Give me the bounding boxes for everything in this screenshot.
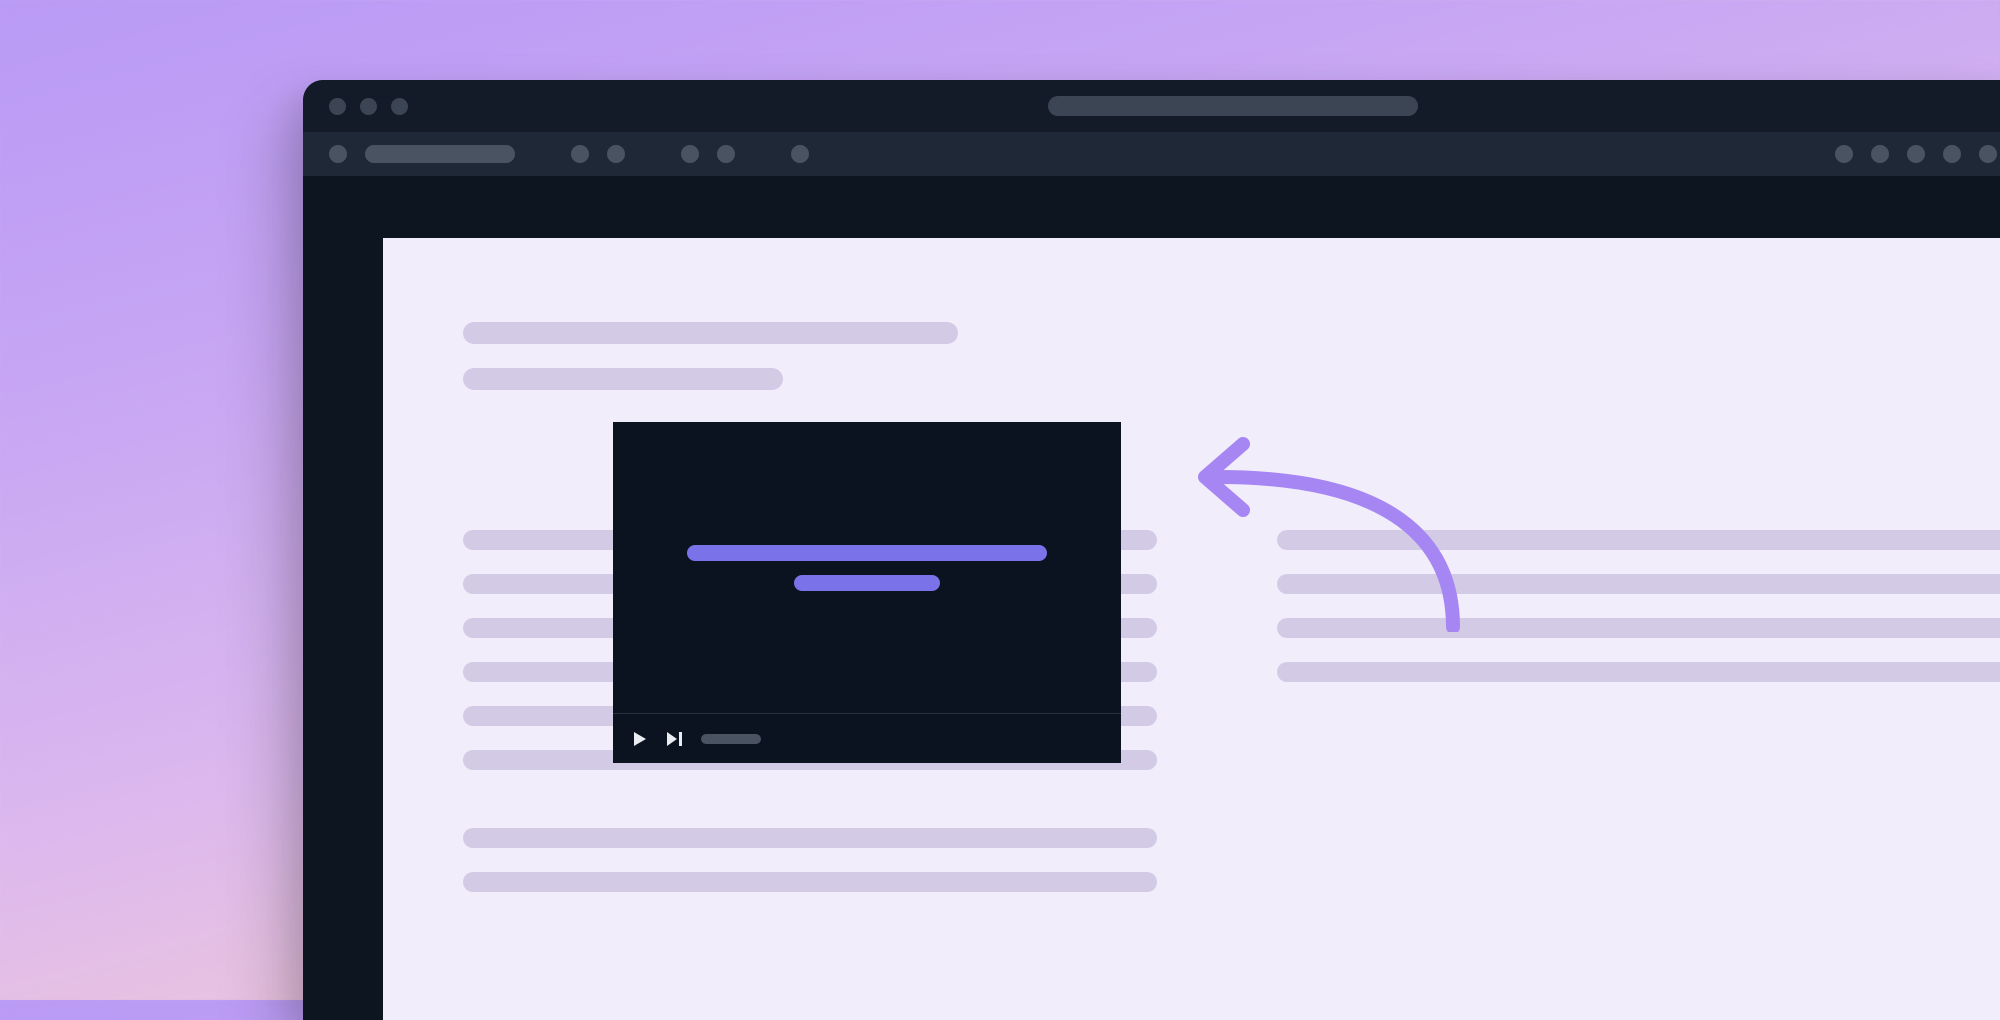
bookmark-favicon[interactable] — [607, 145, 625, 163]
text-line — [1277, 662, 2000, 682]
article-body-column-right — [1277, 530, 2000, 892]
video-controls — [613, 713, 1121, 763]
volume-slider[interactable] — [701, 734, 761, 744]
text-line — [1277, 530, 2000, 550]
heading-line — [463, 368, 783, 390]
zoom-window-button[interactable] — [391, 98, 408, 115]
bookmark-favicon[interactable] — [791, 145, 809, 163]
toolbar-icon[interactable] — [1835, 145, 1853, 163]
toolbar-icon[interactable] — [1871, 145, 1889, 163]
page-viewport — [383, 238, 2000, 1020]
text-line — [1277, 618, 2000, 638]
titlebar — [303, 80, 2000, 132]
video-canvas — [613, 422, 1121, 713]
picture-in-picture-video[interactable] — [613, 422, 1121, 763]
bookmark-item[interactable] — [365, 145, 515, 163]
url-bar[interactable] — [1048, 96, 1418, 116]
heading-line — [463, 322, 958, 344]
play-icon[interactable] — [631, 730, 649, 748]
text-line — [463, 872, 1157, 892]
video-title-placeholder — [687, 545, 1047, 561]
next-track-icon[interactable] — [665, 730, 685, 748]
browser-window — [303, 80, 2000, 1020]
close-window-button[interactable] — [329, 98, 346, 115]
bookmark-bar — [303, 132, 2000, 176]
toolbar-icon[interactable] — [1907, 145, 1925, 163]
bookmark-favicon[interactable] — [717, 145, 735, 163]
toolbar-icon[interactable] — [1979, 145, 1997, 163]
toolbar-icon[interactable] — [1943, 145, 1961, 163]
article — [463, 322, 2000, 892]
bookmark-favicon[interactable] — [329, 145, 347, 163]
text-line — [463, 828, 1157, 848]
bookmark-favicon[interactable] — [681, 145, 699, 163]
bookmark-favicon[interactable] — [571, 145, 589, 163]
minimize-window-button[interactable] — [360, 98, 377, 115]
video-subtitle-placeholder — [794, 575, 940, 591]
text-line — [1277, 574, 2000, 594]
